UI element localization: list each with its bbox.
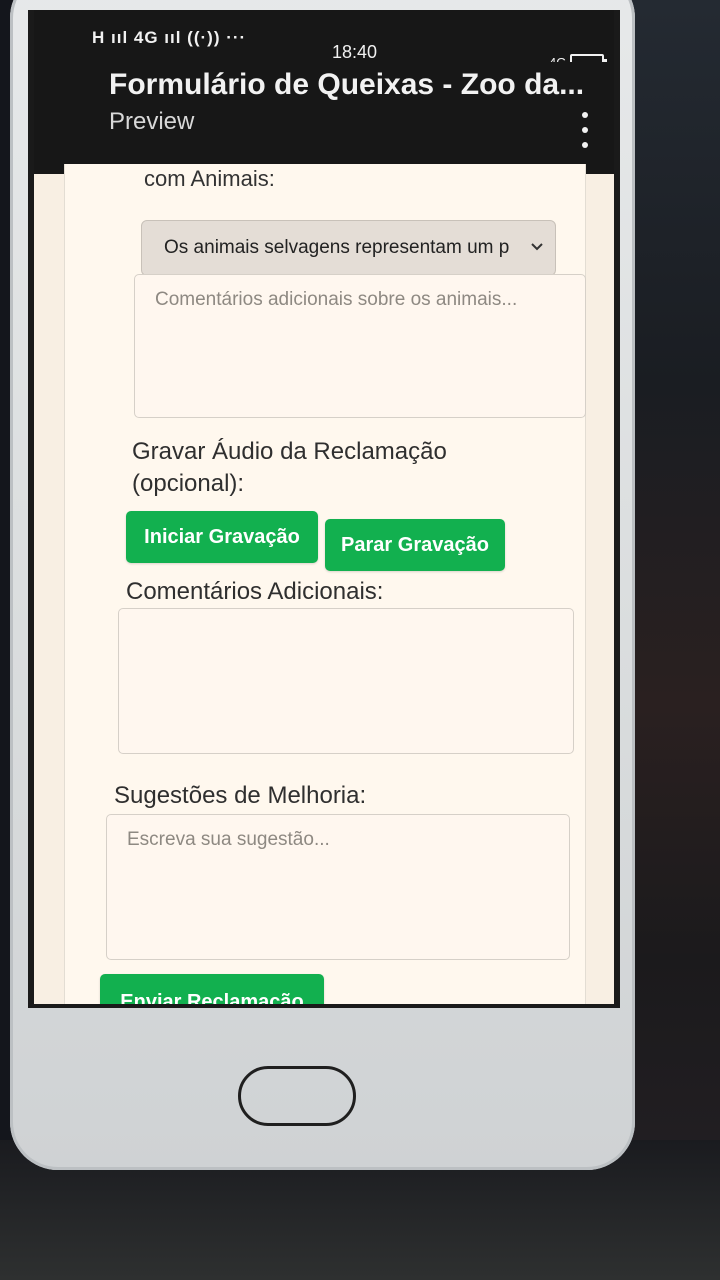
- suggestions-placeholder: Escreva sua sugestão...: [127, 829, 330, 850]
- suggestions-label: Sugestões de Melhoria:: [114, 782, 367, 809]
- status-bar: H ııl 4G ııl ((·)) ··· 18:40 4G: [34, 10, 614, 70]
- app-subtitle: Preview: [109, 108, 195, 135]
- more-options-icon[interactable]: [579, 112, 591, 148]
- chevron-down-icon: [531, 243, 543, 251]
- animals-select-value: Os animais selvagens representam um p: [164, 237, 510, 258]
- audio-recording-label: Gravar Áudio da Reclamação (opcional):: [132, 438, 447, 497]
- animals-comments-textarea[interactable]: Comentários adicionais sobre os animais.…: [134, 274, 586, 418]
- start-recording-button[interactable]: Iniciar Gravação: [126, 511, 318, 563]
- stop-recording-button[interactable]: Parar Gravação: [325, 519, 505, 571]
- phone-frame: H ııl 4G ııl ((·)) ··· 18:40 4G Formulár…: [10, 0, 635, 1170]
- home-button[interactable]: [238, 1066, 356, 1126]
- suggestions-textarea[interactable]: Escreva sua sugestão...: [106, 814, 570, 960]
- animals-select[interactable]: Os animais selvagens representam um p: [141, 220, 556, 276]
- animals-field-label: com Animais:: [144, 166, 275, 191]
- additional-comments-label: Comentários Adicionais:: [126, 578, 384, 605]
- animals-comments-placeholder: Comentários adicionais sobre os animais.…: [155, 289, 518, 310]
- status-time: 18:40: [332, 42, 378, 62]
- phone-screen: H ııl 4G ııl ((·)) ··· 18:40 4G Formulár…: [28, 10, 620, 1008]
- form-scroll-area[interactable]: com Animais: Os animais selvagens repres…: [34, 164, 614, 1004]
- app-title: Formulário de Queixas - Zoo da...: [109, 68, 585, 101]
- additional-comments-textarea[interactable]: [118, 608, 574, 754]
- app-bar: Formulário de Queixas - Zoo da... Previe…: [34, 62, 614, 174]
- submit-complaint-button[interactable]: Enviar Reclamação: [100, 974, 324, 1004]
- signal-indicators: H ııl 4G ııl ((·)) ···: [92, 28, 247, 47]
- background-right: [620, 0, 720, 1280]
